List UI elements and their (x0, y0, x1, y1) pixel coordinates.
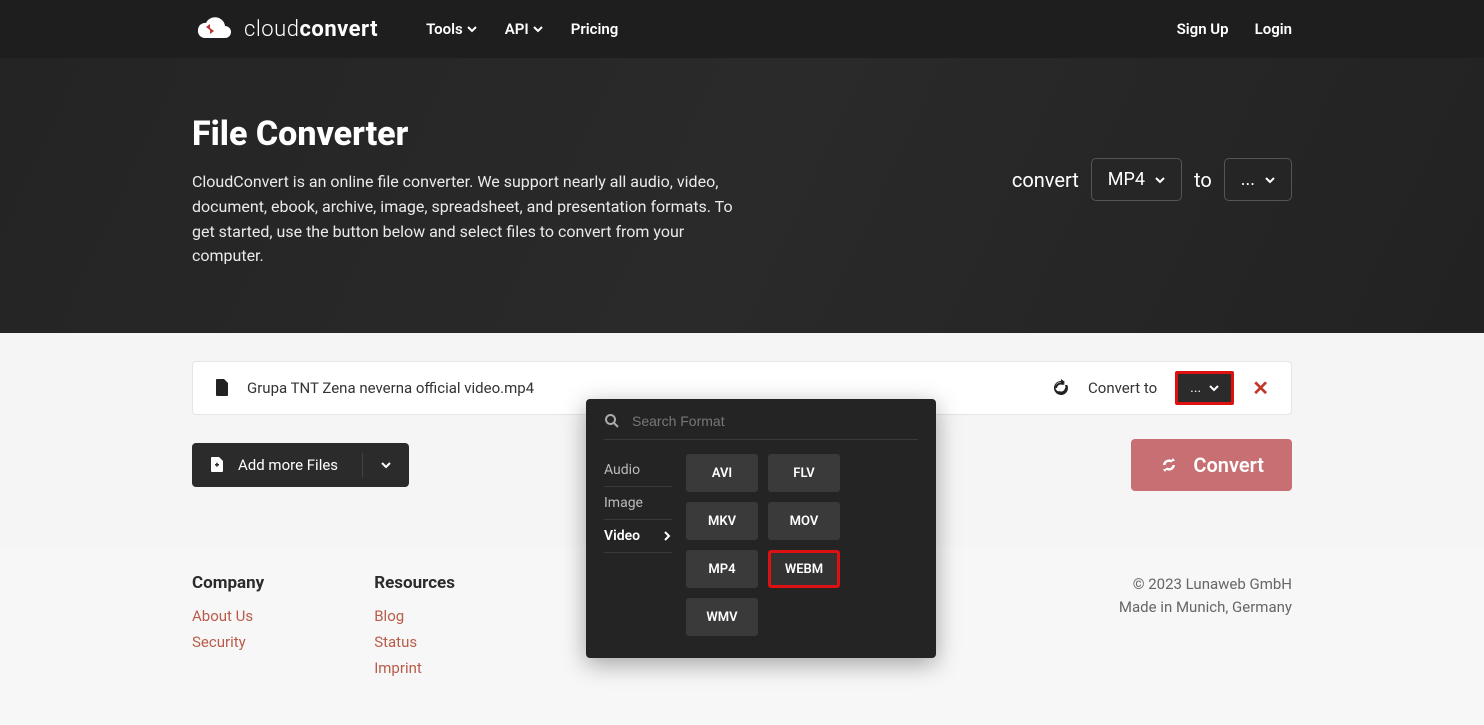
nav-main: Tools API Pricing (426, 20, 618, 38)
add-more-files-button[interactable]: Add more Files (192, 443, 409, 487)
footer-security-link[interactable]: Security (192, 633, 264, 651)
convert-icon (1159, 455, 1179, 475)
target-format-trigger[interactable]: ... (1175, 371, 1234, 405)
nav-login-label: Login (1255, 20, 1292, 38)
nav-tools-label: Tools (426, 20, 463, 38)
to-label: to (1194, 168, 1212, 192)
location-text: Made in Munich, Germany (1119, 596, 1292, 619)
from-format-select[interactable]: MP4 (1091, 158, 1182, 201)
format-mkv[interactable]: MKV (686, 502, 758, 540)
footer-copyright: © 2023 Lunaweb GmbH Made in Munich, Germ… (1119, 573, 1292, 685)
to-format-value: ... (1241, 169, 1255, 190)
format-mp4[interactable]: MP4 (686, 550, 758, 588)
convert-bar: convert MP4 to ... (1012, 158, 1292, 201)
from-format-value: MP4 (1108, 169, 1145, 190)
category-image-label: Image (604, 495, 643, 511)
nav-api[interactable]: API (505, 20, 543, 38)
nav-api-label: API (505, 20, 529, 38)
chevron-down-icon (467, 24, 477, 34)
nav-signup[interactable]: Sign Up (1177, 20, 1229, 38)
format-wmv[interactable]: WMV (686, 598, 758, 636)
format-grid: AVI FLV MKV MOV MP4 WEBM WMV (686, 454, 918, 636)
remove-file-button[interactable]: ✕ (1252, 376, 1269, 400)
hero: File Converter CloudConvert is an online… (0, 58, 1484, 333)
target-format-value: ... (1190, 380, 1201, 396)
add-more-label: Add more Files (238, 456, 338, 474)
format-avi[interactable]: AVI (686, 454, 758, 492)
nav-login[interactable]: Login (1255, 20, 1292, 38)
hero-inner: File Converter CloudConvert is an online… (192, 114, 1292, 269)
logo[interactable]: cloudconvert (192, 14, 378, 44)
format-mov[interactable]: MOV (768, 502, 840, 540)
format-dropdown: Audio Image Video AVI FLV MKV MOV MP4 WE… (586, 399, 936, 658)
header: cloudconvert Tools API Pricing Sign Up L… (0, 0, 1484, 58)
refresh-icon (1052, 379, 1070, 397)
category-list: Audio Image Video (604, 454, 672, 636)
chevron-down-icon (1265, 175, 1275, 185)
category-audio-label: Audio (604, 462, 640, 478)
to-format-select[interactable]: ... (1224, 158, 1292, 201)
footer-status-link[interactable]: Status (374, 633, 455, 651)
footer-resources: Resources Blog Status Imprint (374, 573, 455, 685)
category-audio[interactable]: Audio (604, 454, 672, 487)
copyright-text: © 2023 Lunaweb GmbH (1119, 573, 1292, 596)
format-flv[interactable]: FLV (768, 454, 840, 492)
cloud-logo-icon (192, 14, 234, 44)
footer-company: Company About Us Security (192, 573, 264, 685)
convert-label: convert (1012, 168, 1079, 192)
nav-pricing[interactable]: Pricing (571, 20, 619, 38)
file-name: Grupa TNT Zena neverna official video.mp… (247, 379, 534, 397)
nav-right: Sign Up Login (1177, 20, 1292, 38)
footer-imprint-link[interactable]: Imprint (374, 659, 455, 677)
chevron-down-icon (1155, 175, 1165, 185)
search-icon (604, 413, 620, 429)
page-title: File Converter (192, 114, 752, 154)
format-search-input[interactable] (632, 413, 918, 429)
chevron-right-icon (662, 531, 672, 541)
format-search-row (604, 413, 918, 440)
header-inner: cloudconvert Tools API Pricing Sign Up L… (192, 14, 1292, 44)
category-video[interactable]: Video (604, 520, 672, 553)
footer-resources-title: Resources (374, 573, 455, 593)
chevron-down-icon (533, 24, 543, 34)
page-description: CloudConvert is an online file converter… (192, 170, 752, 269)
convert-button[interactable]: Convert (1131, 439, 1292, 491)
hero-text: File Converter CloudConvert is an online… (192, 114, 752, 269)
file-icon (215, 379, 229, 397)
convert-button-label: Convert (1193, 453, 1264, 477)
nav-signup-label: Sign Up (1177, 20, 1229, 38)
nav-pricing-label: Pricing (571, 20, 619, 38)
footer-company-title: Company (192, 573, 264, 593)
add-file-icon (210, 457, 224, 473)
chevron-down-icon (381, 460, 391, 470)
dropdown-body: Audio Image Video AVI FLV MKV MOV MP4 WE… (604, 454, 918, 636)
chevron-down-icon (1209, 383, 1219, 393)
nav-tools[interactable]: Tools (426, 20, 477, 38)
brand-text: cloudconvert (244, 17, 378, 42)
category-image[interactable]: Image (604, 487, 672, 520)
category-video-label: Video (604, 528, 640, 544)
format-webm[interactable]: WEBM (768, 550, 840, 588)
footer-about-link[interactable]: About Us (192, 607, 264, 625)
convert-to-label: Convert to (1088, 379, 1157, 397)
divider (362, 453, 363, 477)
footer-blog-link[interactable]: Blog (374, 607, 455, 625)
footer-columns: Company About Us Security Resources Blog… (192, 573, 455, 685)
